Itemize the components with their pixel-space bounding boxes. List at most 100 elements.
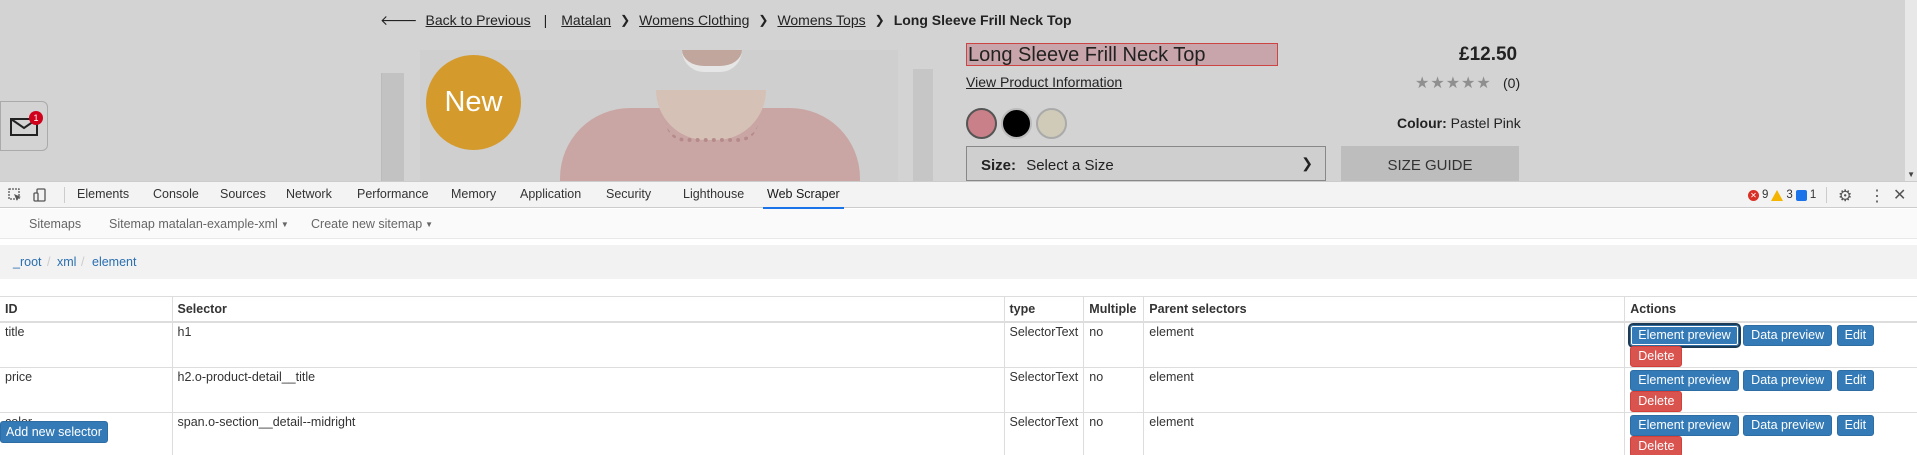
edit-button[interactable]: Edit — [1836, 414, 1875, 436]
delete-button[interactable]: Delete — [1630, 435, 1683, 455]
colour-label-value: Pastel Pink — [1450, 115, 1521, 131]
error-icon: ✕ — [1748, 189, 1759, 201]
size-select[interactable]: Size: Select a Size ❯ — [966, 146, 1326, 181]
view-product-information-link[interactable]: View Product Information — [966, 74, 1122, 90]
product-title: Long Sleeve Frill Neck Top — [966, 43, 1278, 66]
tab-elements[interactable]: Elements — [73, 182, 133, 209]
element-preview-button[interactable]: Element preview — [1628, 322, 1741, 348]
data-preview-button[interactable]: Data preview — [1743, 324, 1833, 346]
colour-swatch-pink[interactable] — [966, 108, 997, 139]
table-row[interactable]: price h2.o-product-detail__title Selecto… — [0, 367, 1917, 413]
data-preview-button[interactable]: Data preview — [1743, 414, 1833, 436]
sitemaps-link[interactable]: Sitemaps — [29, 217, 81, 231]
delete-button[interactable]: Delete — [1630, 345, 1683, 367]
cell-selector: span.o-section__detail--midright — [172, 412, 1005, 455]
sitemap-dropdown[interactable]: Sitemap matalan-example-xml ▼ — [109, 217, 289, 231]
path-crumb-element: element — [92, 255, 137, 269]
tab-performance[interactable]: Performance — [353, 182, 433, 209]
devtools-tab-bar: Elements Console Sources Network Perform… — [0, 181, 1917, 209]
cell-parent: element — [1143, 321, 1626, 368]
edit-button[interactable]: Edit — [1836, 369, 1875, 391]
col-header-actions: Actions — [1624, 296, 1917, 323]
web-scraper-nav: Sitemaps Sitemap matalan-example-xml ▼ Cr… — [0, 209, 1917, 239]
cell-multiple: no — [1083, 367, 1145, 413]
product-price: £12.50 — [1459, 44, 1518, 65]
col-header-parent-selectors: Parent selectors — [1143, 296, 1626, 323]
path-crumb-xml[interactable]: xml — [57, 255, 76, 269]
tab-memory[interactable]: Memory — [447, 182, 500, 209]
gallery-thumbnail[interactable] — [381, 73, 404, 181]
cell-type: SelectorText — [1004, 412, 1085, 455]
tab-application[interactable]: Application — [516, 182, 585, 209]
cell-multiple: no — [1083, 321, 1145, 368]
table-header-row: ID Selector type Multiple Parent selecto… — [0, 296, 1917, 323]
create-sitemap-dropdown[interactable]: Create new sitemap ▼ — [311, 217, 433, 231]
col-header-multiple: Multiple — [1083, 296, 1145, 323]
page-scrollbar[interactable]: ▼ — [1905, 0, 1917, 181]
scroll-down-arrow-icon[interactable]: ▼ — [1907, 170, 1915, 179]
path-separator: / — [81, 255, 85, 269]
close-icon[interactable]: ✕ — [1893, 185, 1906, 205]
mail-count-badge: 1 — [29, 111, 43, 125]
message-icon — [1795, 189, 1807, 201]
cell-actions: Element preview Data preview Edit Delete — [1624, 412, 1917, 455]
rating-stars-icon: ★★★★★ — [1415, 75, 1492, 92]
caret-down-icon: ▼ — [280, 220, 289, 230]
tab-console[interactable]: Console — [149, 182, 203, 209]
back-to-previous-link[interactable]: Back to Previous — [426, 12, 531, 28]
colour-swatch-black[interactable] — [1001, 108, 1032, 139]
warning-icon — [1771, 189, 1784, 201]
col-header-id: ID — [0, 296, 173, 323]
cell-id: title — [0, 321, 173, 368]
breadcrumb-link-womens-tops[interactable]: Womens Tops — [777, 12, 865, 28]
size-guide-button[interactable]: SIZE GUIDE — [1341, 146, 1519, 181]
path-crumb-root[interactable]: _root — [13, 255, 42, 269]
sitemap-dropdown-label: Sitemap matalan-example-xml — [109, 217, 278, 231]
toolbar-divider — [1826, 187, 1827, 203]
more-options-icon[interactable]: ⋮ — [1869, 186, 1885, 206]
inspect-element-icon[interactable] — [8, 188, 22, 202]
table-row[interactable]: color span.o-section__detail--midright S… — [0, 412, 1917, 455]
cell-type: SelectorText — [1004, 367, 1085, 413]
gear-icon[interactable]: ⚙ — [1838, 186, 1852, 206]
cell-parent: element — [1143, 367, 1626, 413]
tab-sources[interactable]: Sources — [216, 182, 270, 209]
col-header-type: type — [1004, 296, 1085, 323]
size-placeholder: Select a Size — [1026, 157, 1114, 174]
add-new-selector-button[interactable]: Add new selector — [0, 421, 108, 443]
console-status-counts[interactable]: ✕ 9 3 1 — [1748, 189, 1816, 201]
tab-lighthouse[interactable]: Lighthouse — [679, 182, 748, 209]
edit-button[interactable]: Edit — [1836, 324, 1875, 346]
device-toolbar-icon[interactable] — [33, 188, 47, 202]
tab-web-scraper[interactable]: Web Scraper — [763, 182, 844, 209]
element-preview-button[interactable]: Element preview — [1630, 414, 1739, 436]
chevron-right-icon: ❯ — [874, 13, 885, 27]
size-label: Size: — [981, 157, 1017, 174]
face-shape — [682, 50, 742, 72]
breadcrumb-link-matalan[interactable]: Matalan — [561, 12, 611, 28]
cell-parent: element — [1143, 412, 1626, 455]
cell-multiple: no — [1083, 412, 1145, 455]
web-page-viewport: 🡐 Back to Previous | Matalan ❯ Womens Cl… — [0, 0, 1917, 181]
cell-selector: h1 — [172, 321, 1005, 368]
gallery-next-thumbnail[interactable] — [913, 69, 933, 181]
cell-id: price — [0, 367, 173, 413]
col-header-selector: Selector — [172, 296, 1005, 323]
rating-count: (0) — [1503, 75, 1521, 91]
chevron-right-icon: ❯ — [620, 13, 631, 27]
cell-actions: Element preview Data preview Edit Delete — [1624, 367, 1917, 413]
tab-network[interactable]: Network — [282, 182, 336, 209]
back-arrow-icon[interactable]: 🡐 — [380, 12, 418, 29]
mail-button[interactable]: 1 — [0, 101, 48, 151]
selector-path-breadcrumb: _root / xml / element — [0, 245, 1917, 279]
error-count: 9 — [1762, 189, 1769, 201]
colour-swatch-cream[interactable] — [1036, 108, 1067, 139]
cell-actions: Element preview Data preview Edit Delete — [1624, 321, 1917, 368]
breadcrumb-link-womens-clothing[interactable]: Womens Clothing — [639, 12, 749, 28]
data-preview-button[interactable]: Data preview — [1743, 369, 1833, 391]
tab-security[interactable]: Security — [602, 182, 655, 209]
element-preview-button[interactable]: Element preview — [1630, 369, 1739, 391]
table-row[interactable]: title h1 SelectorText no element Element… — [0, 321, 1917, 368]
delete-button[interactable]: Delete — [1630, 390, 1683, 412]
new-badge: New — [426, 55, 521, 150]
